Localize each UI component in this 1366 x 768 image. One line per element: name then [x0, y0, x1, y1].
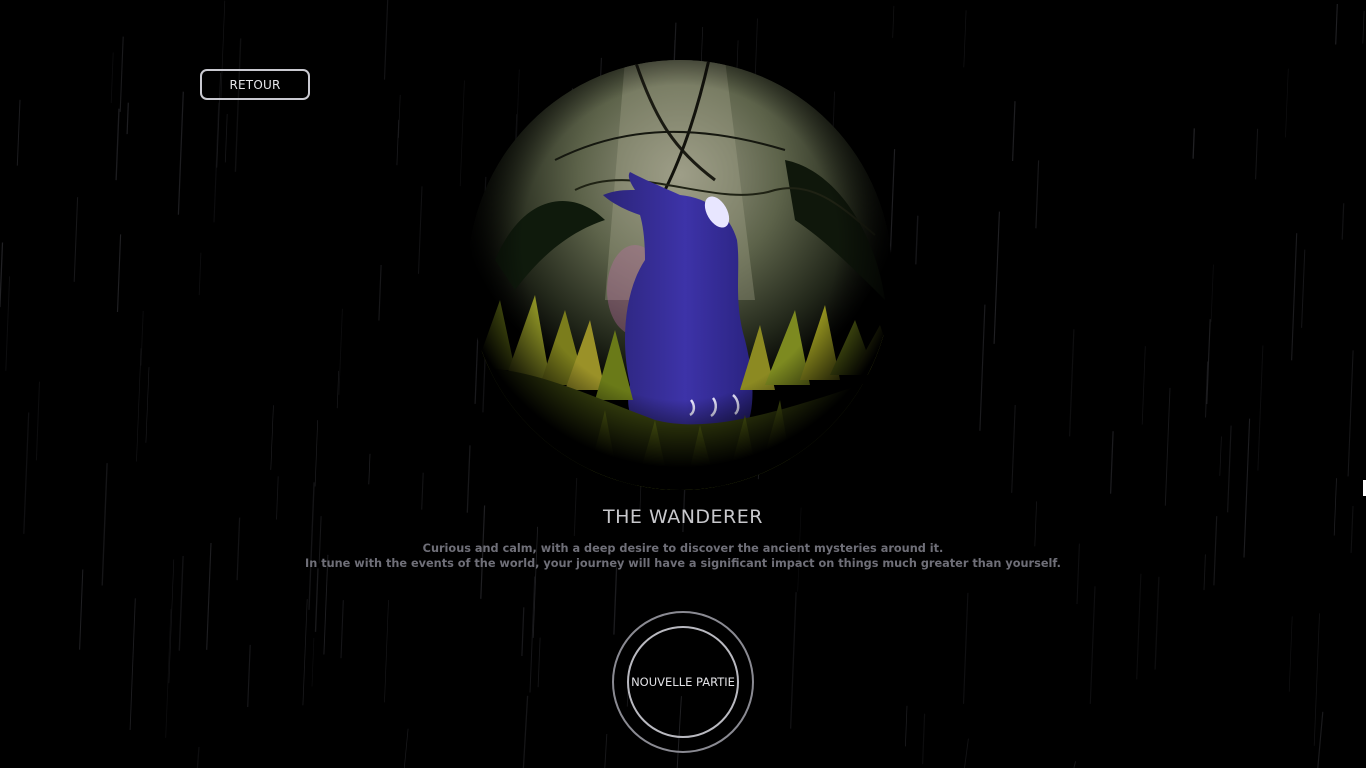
rain-streak	[1301, 249, 1306, 328]
new-game-button-inner-ring[interactable]: NOUVELLE PARTIE	[627, 626, 739, 738]
rain-streak	[247, 644, 251, 708]
rain-streak	[1210, 264, 1214, 322]
rain-streak	[79, 569, 84, 650]
rain-streak	[915, 215, 919, 265]
rain-streak	[1141, 346, 1146, 425]
rain-streak	[613, 567, 618, 635]
rain-streak	[0, 242, 4, 308]
rain-streak	[1341, 203, 1345, 240]
rain-streak	[1219, 436, 1222, 476]
rain-streak	[126, 102, 129, 135]
rain-streak	[336, 370, 340, 409]
rain-streak	[196, 746, 200, 768]
rain-streak	[136, 348, 142, 462]
rain-streak	[338, 308, 343, 395]
rain-streak	[234, 38, 242, 172]
game-screen: RETOUR THE WANDERER Curious and calm, wi…	[0, 0, 1366, 768]
character-description-line-1: Curious and calm, with a deep desire to …	[422, 542, 944, 555]
rain-streak	[213, 102, 220, 223]
rain-streak	[129, 598, 136, 731]
rain-streak	[378, 264, 382, 321]
character-description-line-2: In tune with the events of the world, yo…	[305, 557, 1061, 570]
rain-streak	[417, 186, 423, 274]
back-button[interactable]: RETOUR	[200, 69, 310, 100]
rain-streak	[789, 592, 797, 729]
rain-streak	[1288, 616, 1293, 692]
new-game-label: NOUVELLE PARTIE	[631, 675, 735, 689]
rain-streak	[521, 607, 525, 657]
rain-streak	[311, 637, 315, 687]
rain-streak	[5, 276, 11, 371]
rain-streak	[962, 592, 969, 704]
rain-streak	[145, 367, 150, 443]
rain-streak	[1255, 128, 1259, 180]
rain-streak	[35, 381, 41, 461]
rain-streak	[165, 609, 172, 738]
rain-streak	[384, 599, 389, 703]
rain-streak	[198, 252, 202, 296]
rain-streak	[1335, 3, 1338, 45]
rain-streak	[1226, 425, 1232, 513]
rain-streak	[140, 310, 144, 366]
rain-streak	[368, 453, 371, 485]
rain-streak	[1068, 329, 1075, 437]
rain-streak	[1035, 160, 1040, 229]
rain-streak	[403, 728, 409, 768]
rain-streak	[892, 5, 895, 38]
rain-streak	[922, 713, 926, 765]
rain-streak	[1285, 68, 1289, 138]
rain-streak	[302, 599, 308, 706]
rain-streak	[1291, 233, 1298, 361]
rain-streak	[168, 559, 175, 684]
rain-streak	[964, 738, 969, 768]
rain-streak	[1109, 431, 1114, 494]
rain-streak	[314, 420, 319, 487]
rain-streak	[1347, 350, 1354, 477]
back-button-label: RETOUR	[229, 77, 281, 92]
rain-streak	[604, 733, 608, 768]
rain-streak	[115, 108, 120, 181]
rain-streak	[16, 99, 21, 166]
rain-streak	[1011, 101, 1016, 162]
rain-streak	[119, 36, 124, 112]
rain-streak	[1313, 613, 1320, 746]
rain-streak	[963, 10, 967, 68]
rain-streak	[177, 91, 184, 215]
rain-streak	[116, 234, 122, 313]
rain-streak	[537, 637, 541, 688]
rain-streak	[1089, 586, 1096, 704]
rain-streak	[522, 695, 529, 768]
rain-streak	[1073, 761, 1077, 768]
rain-streak	[178, 555, 184, 651]
rain-streak	[398, 94, 401, 138]
new-game-button[interactable]: NOUVELLE PARTIE	[612, 611, 754, 753]
rain-streak	[314, 568, 319, 632]
rain-streak	[1164, 387, 1171, 506]
rain-streak	[340, 600, 344, 659]
rain-streak	[1136, 573, 1142, 680]
rain-streak	[993, 211, 1000, 344]
rain-streak	[383, 0, 389, 80]
rain-streak	[1362, 10, 1365, 44]
rain-streak	[905, 705, 908, 747]
rain-streak	[1011, 404, 1016, 493]
rain-streak	[1192, 128, 1195, 159]
rain-streak	[396, 119, 400, 166]
rain-streak	[110, 52, 114, 104]
rain-streak	[421, 472, 424, 510]
character-artwork	[468, 60, 892, 490]
rain-streak	[224, 113, 228, 163]
rain-streak	[1243, 418, 1251, 558]
rain-streak	[979, 304, 986, 431]
character-name: THE WANDERER	[603, 506, 763, 528]
rain-streak	[529, 576, 536, 693]
rain-streak	[73, 197, 79, 282]
rain-streak	[270, 405, 274, 470]
rain-streak	[1257, 345, 1264, 471]
rain-streak	[1317, 711, 1324, 768]
rain-streak	[1154, 576, 1160, 670]
